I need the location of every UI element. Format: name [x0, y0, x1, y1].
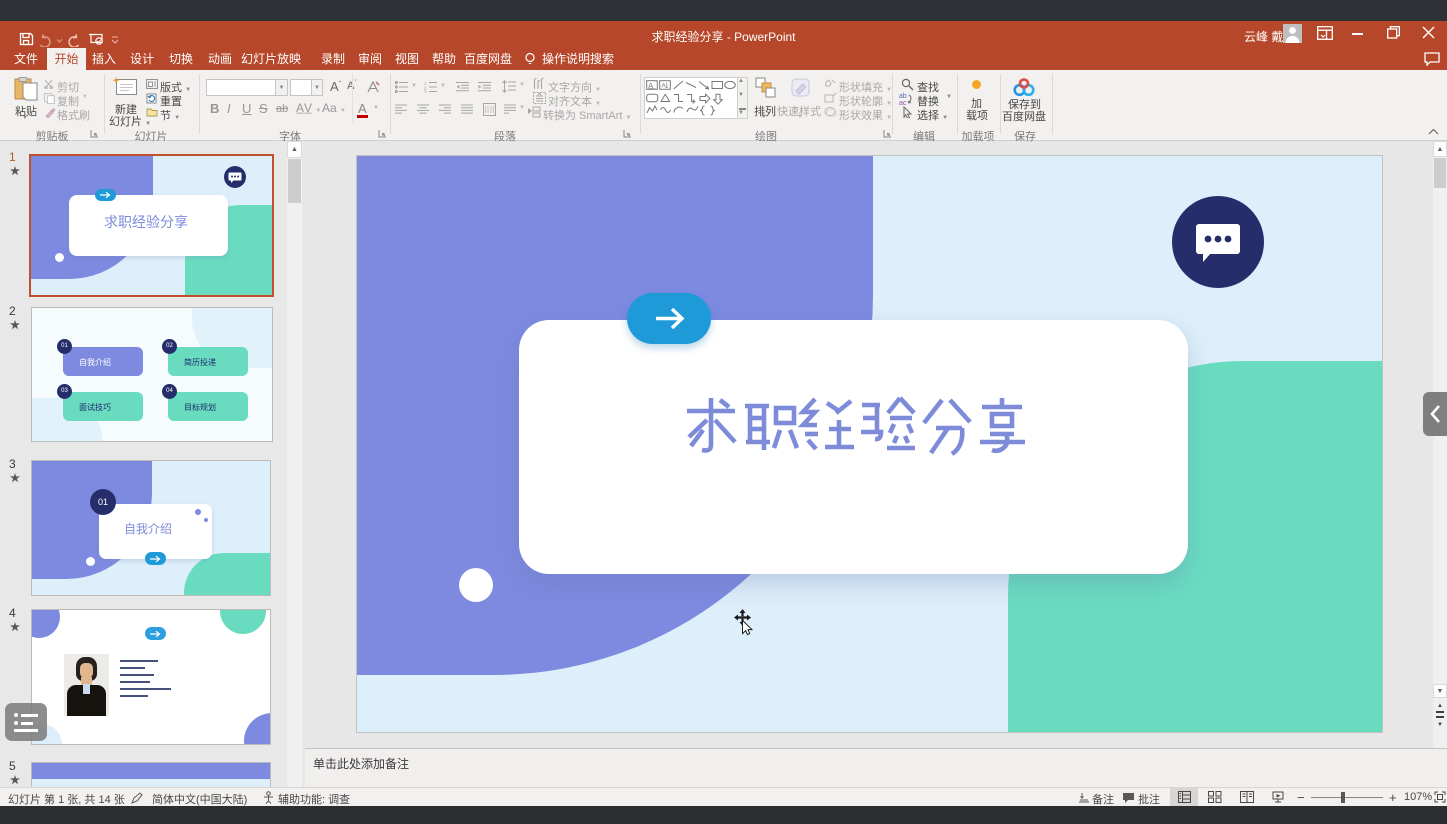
svg-text:A: A	[661, 83, 666, 90]
svg-text:ac: ac	[899, 100, 907, 105]
svg-text:ab: ab	[899, 93, 907, 100]
svg-text:3: 3	[424, 90, 427, 94]
